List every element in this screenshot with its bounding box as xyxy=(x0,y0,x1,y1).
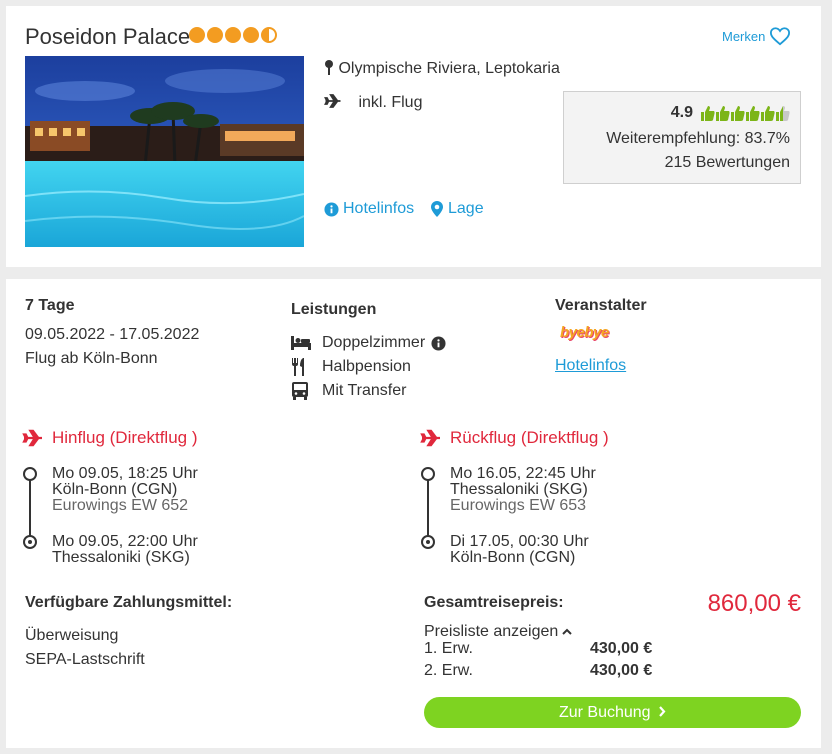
outbound-timeline xyxy=(29,476,31,538)
operator-hotelinfos-link[interactable]: Hotelinfos xyxy=(555,357,626,375)
hotel-name[interactable]: Poseidon Palace xyxy=(25,24,190,50)
offer-card: 7 Tage 09.05.2022 - 17.05.2022 Flug ab K… xyxy=(6,279,821,748)
flight-included-label: inkl. Flug xyxy=(358,94,423,111)
recommendation-text: Weiterempfehlung: 83.7% xyxy=(606,130,790,147)
bus-icon xyxy=(292,382,308,400)
lage-link[interactable]: Lage xyxy=(431,200,484,218)
lage-label: Lage xyxy=(448,200,484,217)
thumb-up-icon xyxy=(701,105,715,121)
return-arr-time: Di 17.05, 00:30 Uhr xyxy=(450,533,589,550)
return-dep-airport: Thessaloniki (SKG) xyxy=(450,481,588,498)
merken-label: Merken xyxy=(722,28,766,44)
outbound-dep-airport: Köln-Bonn (CGN) xyxy=(52,481,178,498)
hotel-location: Olympische Riviera, Leptokaria xyxy=(324,59,560,78)
rating-score: 4.9 xyxy=(670,104,693,121)
service-transfer-label: Mit Transfer xyxy=(322,382,407,399)
price-row-value: 430,00 € xyxy=(590,662,653,679)
hotel-card: Poseidon Palace Merken Olympische Rivier… xyxy=(6,6,821,267)
return-title: Rückflug (Direktflug ) xyxy=(450,428,609,447)
service-board: Halbpension xyxy=(291,358,411,376)
hotelinfos-link[interactable]: Hotelinfos xyxy=(324,200,414,218)
thumb-up-icon xyxy=(716,105,730,121)
chevron-up-icon xyxy=(562,628,573,635)
operator-logo: byebye xyxy=(560,324,609,341)
half-star-icon xyxy=(261,27,277,43)
book-button[interactable]: Zur Buchung xyxy=(424,697,801,728)
flight-included: inkl. Flug xyxy=(324,93,422,112)
hotel-image[interactable] xyxy=(25,56,304,247)
thumb-up-icon xyxy=(761,105,775,121)
trip-duration: 7 Tage xyxy=(25,297,75,314)
outbound-dep-time: Mo 09.05, 18:25 Uhr xyxy=(52,465,198,482)
bed-icon xyxy=(291,336,311,350)
price-list-toggle[interactable]: Preisliste anzeigen xyxy=(424,623,573,641)
trip-departure: Flug ab Köln-Bonn xyxy=(25,350,158,367)
hotel-photo xyxy=(25,56,304,247)
service-room-label: Doppelzimmer xyxy=(322,334,426,351)
outbound-arr-airport: Thessaloniki (SKG) xyxy=(52,549,190,566)
hotelinfos-label: Hotelinfos xyxy=(343,200,415,217)
star-icon xyxy=(207,27,223,43)
service-room: Doppelzimmer xyxy=(291,334,446,352)
price-list-toggle-label: Preisliste anzeigen xyxy=(424,623,559,640)
star-icon xyxy=(189,27,205,43)
service-transfer: Mit Transfer xyxy=(291,382,406,400)
price-heading: Gesamtreisepreis: xyxy=(424,594,564,611)
thumb-up-icon xyxy=(746,105,760,121)
outbound-departure: Mo 09.05, 18:25 Uhr Köln-Bonn (CGN) Euro… xyxy=(52,466,198,514)
services-heading: Leistungen xyxy=(291,301,377,318)
price-row-label: 2. Erw. xyxy=(424,662,473,679)
plane-icon xyxy=(22,429,42,447)
plane-icon xyxy=(420,429,440,447)
return-dep-time: Mo 16.05, 22:45 Uhr xyxy=(450,465,596,482)
rating-thumbs xyxy=(701,105,790,121)
outbound-carrier: Eurowings EW 652 xyxy=(52,497,189,514)
thumb-up-icon xyxy=(776,105,790,121)
trip-dates: 09.05.2022 - 17.05.2022 xyxy=(25,326,200,343)
thumb-up-icon xyxy=(731,105,745,121)
location-text: Olympische Riviera, Leptokaria xyxy=(338,60,560,77)
info-icon[interactable] xyxy=(431,335,446,351)
heart-icon xyxy=(770,27,791,46)
payment-method: SEPA-Lastschrift xyxy=(25,651,145,668)
plane-icon xyxy=(324,94,341,108)
return-carrier: Eurowings EW 653 xyxy=(450,497,587,514)
departure-circle-icon xyxy=(421,467,435,481)
service-board-label: Halbpension xyxy=(322,358,411,375)
price-row-label: 1. Erw. xyxy=(424,640,473,657)
payment-heading: Verfügbare Zahlungsmittel: xyxy=(25,594,233,611)
arrival-circle-icon xyxy=(421,535,435,549)
payment-method: Überweisung xyxy=(25,627,119,644)
outbound-title: Hinflug (Direktflug ) xyxy=(52,428,198,447)
rating-box: 4.9 Weiterempfehlung: 83.7% 215 Bewertun… xyxy=(563,91,801,184)
outbound-header: Hinflug (Direktflug ) xyxy=(22,428,198,448)
merken-button[interactable]: Merken xyxy=(722,26,791,46)
return-timeline xyxy=(427,476,429,538)
reviews-count[interactable]: 215 Bewertungen xyxy=(665,154,790,172)
hotel-stars xyxy=(189,27,277,43)
book-button-label: Zur Buchung xyxy=(558,704,651,721)
return-header: Rückflug (Direktflug ) xyxy=(420,428,609,448)
departure-circle-icon xyxy=(23,467,37,481)
operator-heading: Veranstalter xyxy=(555,297,647,314)
outbound-arr-time: Mo 09.05, 22:00 Uhr xyxy=(52,533,198,550)
total-price: 860,00 € xyxy=(707,590,801,617)
location-marker-icon xyxy=(431,201,443,217)
chevron-right-icon xyxy=(659,706,666,717)
map-pin-icon xyxy=(325,60,333,75)
outbound-arrival: Mo 09.05, 22:00 Uhr Thessaloniki (SKG) xyxy=(52,534,198,566)
return-arrival: Di 17.05, 00:30 Uhr Köln-Bonn (CGN) xyxy=(450,534,589,566)
return-departure: Mo 16.05, 22:45 Uhr Thessaloniki (SKG) E… xyxy=(450,466,596,514)
star-icon xyxy=(243,27,259,43)
star-icon xyxy=(225,27,241,43)
arrival-circle-icon xyxy=(23,535,37,549)
info-icon xyxy=(324,201,339,217)
cutlery-icon xyxy=(292,358,304,376)
price-row-value: 430,00 € xyxy=(590,640,653,657)
return-arr-airport: Köln-Bonn (CGN) xyxy=(450,549,576,566)
